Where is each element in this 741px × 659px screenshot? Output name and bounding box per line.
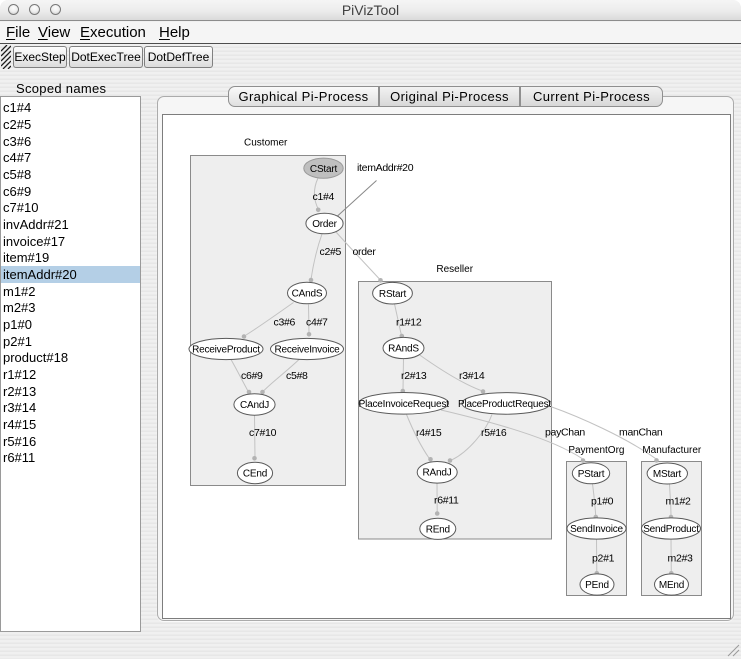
- svg-text:PlaceProductRequest: PlaceProductRequest: [458, 399, 551, 410]
- svg-text:Reseller: Reseller: [436, 264, 473, 275]
- svg-text:Order: Order: [312, 219, 337, 230]
- svg-text:PEnd: PEnd: [585, 580, 609, 591]
- svg-text:c4#7: c4#7: [306, 317, 328, 329]
- svg-text:c1#4: c1#4: [313, 191, 335, 203]
- svg-text:CEnd: CEnd: [243, 469, 267, 480]
- svg-text:SendInvoice: SendInvoice: [570, 524, 623, 535]
- svg-text:Manufacturer: Manufacturer: [642, 445, 702, 456]
- svg-text:ReceiveProduct: ReceiveProduct: [192, 345, 260, 356]
- svg-text:Customer: Customer: [244, 138, 288, 149]
- svg-text:r1#12: r1#12: [396, 317, 422, 329]
- svg-text:MEnd: MEnd: [659, 580, 684, 591]
- svg-text:c5#8: c5#8: [286, 370, 308, 382]
- svg-text:order: order: [353, 246, 377, 258]
- svg-text:m1#2: m1#2: [666, 496, 692, 508]
- svg-text:itemAddr#20: itemAddr#20: [357, 162, 414, 174]
- svg-text:SendProduct: SendProduct: [643, 524, 699, 535]
- svg-text:c6#9: c6#9: [241, 370, 263, 382]
- svg-text:p1#0: p1#0: [591, 496, 614, 508]
- svg-text:ReceiveInvoice: ReceiveInvoice: [274, 345, 340, 356]
- svg-text:RStart: RStart: [379, 289, 407, 300]
- svg-text:CAndJ: CAndJ: [240, 400, 269, 411]
- svg-text:manChan: manChan: [619, 427, 663, 439]
- svg-text:r2#13: r2#13: [401, 370, 427, 382]
- svg-text:PStart: PStart: [578, 469, 605, 480]
- svg-text:CStart: CStart: [310, 164, 338, 175]
- svg-text:c7#10: c7#10: [249, 427, 277, 439]
- svg-text:m2#3: m2#3: [668, 553, 694, 565]
- svg-text:PlaceInvoiceRequest: PlaceInvoiceRequest: [359, 399, 450, 410]
- svg-text:c3#6: c3#6: [274, 317, 296, 329]
- svg-text:r4#15: r4#15: [416, 427, 442, 439]
- svg-text:MStart: MStart: [653, 469, 682, 480]
- svg-text:c2#5: c2#5: [320, 246, 342, 258]
- svg-text:r6#11: r6#11: [434, 495, 459, 507]
- svg-text:PaymentOrg: PaymentOrg: [568, 445, 624, 456]
- svg-text:CAndS: CAndS: [292, 289, 323, 300]
- svg-text:p2#1: p2#1: [592, 553, 615, 565]
- svg-text:payChan: payChan: [545, 427, 585, 439]
- svg-text:RAndJ: RAndJ: [422, 468, 451, 479]
- svg-text:r3#14: r3#14: [459, 370, 485, 382]
- svg-text:REnd: REnd: [426, 524, 450, 535]
- svg-text:r5#16: r5#16: [481, 427, 507, 439]
- svg-text:RAndS: RAndS: [388, 344, 419, 355]
